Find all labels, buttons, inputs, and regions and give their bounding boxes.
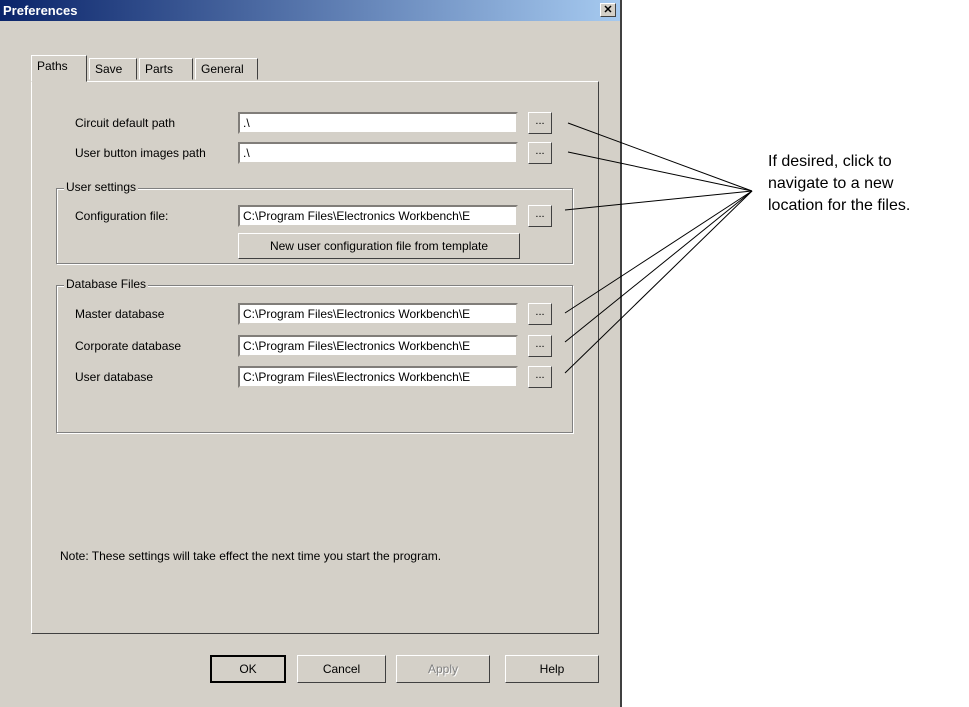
callout-line-1: If desired, click to bbox=[768, 153, 892, 170]
leader-line-corporate bbox=[564, 190, 753, 343]
callout-leader-lines bbox=[564, 122, 753, 374]
callout-line-2: navigate to a new bbox=[768, 175, 894, 192]
callout-text: If desired, click to navigate to a new l… bbox=[768, 151, 910, 217]
leader-line-user-db bbox=[564, 190, 753, 374]
leader-line-config bbox=[564, 190, 753, 211]
leader-line-circuit bbox=[567, 122, 753, 192]
callout-line-3: location for the files. bbox=[768, 197, 911, 214]
leader-line-master bbox=[564, 190, 753, 314]
tab-paths[interactable]: Paths bbox=[31, 55, 87, 82]
leader-line-user-button bbox=[567, 151, 753, 192]
